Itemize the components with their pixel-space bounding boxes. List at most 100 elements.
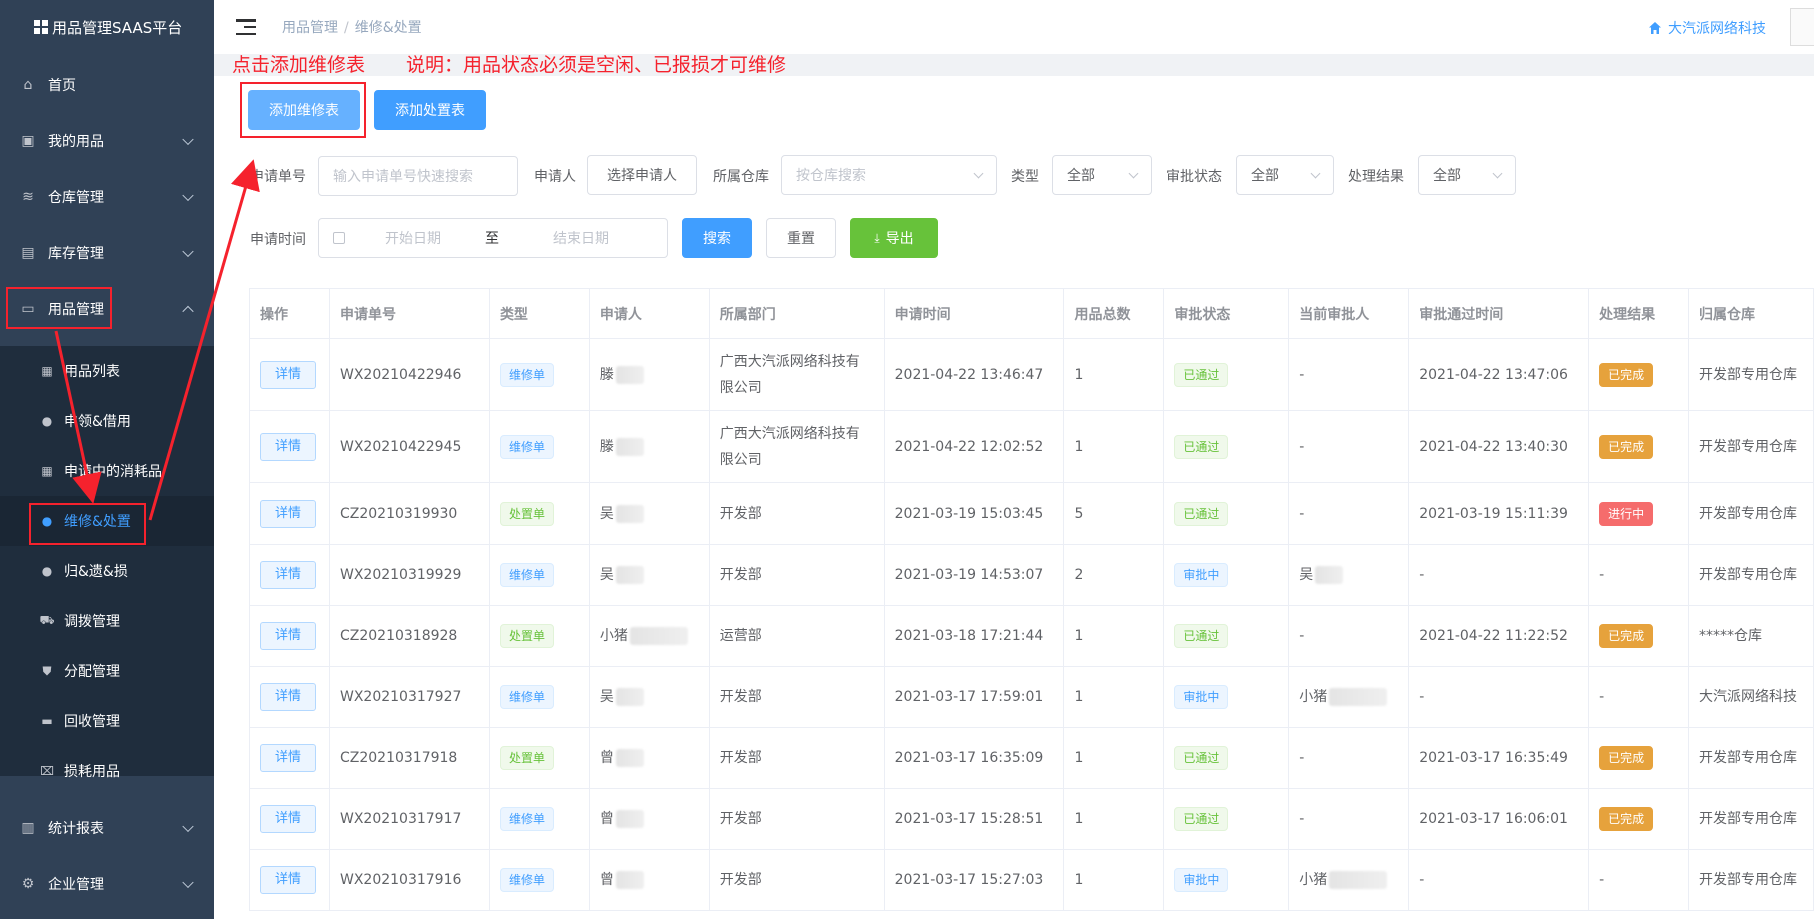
- detail-button[interactable]: 详情: [260, 683, 316, 711]
- redacted-name: [615, 810, 644, 828]
- cell-result: 已完成: [1588, 727, 1689, 789]
- status-tag: 审批中: [1174, 868, 1229, 892]
- status-tag: 已通过: [1174, 624, 1229, 648]
- status-tag: 审批中: [1174, 685, 1229, 709]
- home-icon: ⌂: [23, 77, 33, 93]
- end-date-input[interactable]: 结束日期: [553, 228, 609, 248]
- detail-button[interactable]: 详情: [260, 805, 316, 833]
- detail-button[interactable]: 详情: [260, 432, 316, 461]
- type-tag: 处置单: [499, 501, 554, 526]
- sidebar-subitem-recycle[interactable]: ▬ 回收管理: [0, 696, 214, 746]
- cell-result: 已完成: [1588, 605, 1689, 667]
- order-no-input[interactable]: 输入申请单号快速搜索: [318, 156, 518, 196]
- cell-dept: 广西大汽派网络科技有限公司: [709, 338, 885, 411]
- sidebar-item-enterprise[interactable]: ⚙ 企业管理: [0, 856, 214, 912]
- sidebar-item-label: 我的用品: [48, 134, 104, 150]
- sidebar-item-reports[interactable]: ▥ 统计报表: [0, 800, 214, 856]
- result-tag: 已完成: [1599, 434, 1654, 459]
- detail-button[interactable]: 详情: [260, 622, 316, 650]
- cell-applicant: 曾: [589, 788, 710, 850]
- avatar[interactable]: [1790, 8, 1814, 46]
- sidebar-item-label: 首页: [48, 78, 76, 94]
- table-row: 详情 WX20210317917 维修单 曾 开发部 2021-03-17 15:28:5…: [249, 788, 1814, 850]
- type-tag: 处置单: [499, 624, 554, 648]
- redacted-name: [615, 365, 644, 384]
- warehouse-select[interactable]: 按仓库搜索: [781, 155, 997, 195]
- detail-button[interactable]: 详情: [260, 561, 316, 589]
- cell-apply-time: 2021-04-22 13:46:47: [884, 338, 1065, 411]
- table-row: 详情 CZ20210318928 处置单 小猪 运营部 2021-03-18 17:21:…: [249, 605, 1814, 667]
- cell-status: 已通过: [1163, 605, 1290, 667]
- cell-approver: -: [1288, 788, 1410, 850]
- sidebar-item-label: 企业管理: [48, 877, 104, 893]
- database-icon: ≋: [22, 189, 34, 205]
- sidebar-subitem-wastage[interactable]: ⌧ 损耗用品: [0, 746, 214, 796]
- cell-count: 1: [1063, 410, 1165, 483]
- sidebar-item-my-items[interactable]: ▣ 我的用品: [0, 113, 214, 169]
- detail-button[interactable]: 详情: [260, 499, 316, 528]
- cell-approved-at: 2021-04-22 13:40:30: [1408, 410, 1590, 483]
- approver-name: -: [1299, 628, 1305, 644]
- truck-icon: ⛟: [39, 613, 55, 627]
- cell-dept: 广西大汽派网络科技有限公司: [709, 410, 885, 483]
- approver-name: -: [1299, 811, 1305, 827]
- column-header: 归属仓库: [1688, 288, 1814, 339]
- cell-action: 详情: [249, 788, 330, 850]
- search-button[interactable]: 搜索: [682, 218, 752, 258]
- detail-button[interactable]: 详情: [260, 360, 316, 389]
- sidebar-subitem-allocate[interactable]: ⛊ 分配管理: [0, 646, 214, 696]
- date-range-picker[interactable]: 开始日期 至 结束日期: [318, 218, 668, 258]
- export-button[interactable]: ⤓ 导出: [850, 218, 938, 258]
- cell-approver: -: [1288, 482, 1410, 545]
- cell-status: 已通过: [1163, 788, 1290, 850]
- reset-button[interactable]: 重置: [766, 218, 836, 258]
- add-repair-button[interactable]: 添加维修表: [248, 90, 360, 130]
- status-tag: 审批中: [1174, 563, 1229, 587]
- sidebar-item-warehouse[interactable]: ≋ 仓库管理: [0, 169, 214, 225]
- type-select[interactable]: 全部: [1052, 155, 1152, 195]
- column-header: 当前审批人: [1288, 288, 1410, 339]
- annotation-note: 说明：用品状态必须是空闲、已报损才可维修: [406, 54, 787, 76]
- hamburger-menu-icon[interactable]: [236, 19, 256, 35]
- breadcrumb-item[interactable]: 用品管理: [282, 20, 338, 36]
- sidebar-item-home[interactable]: ⌂ 首页: [0, 57, 214, 113]
- sidebar-subitem-return[interactable]: ● 归&遗&损: [0, 546, 214, 596]
- cell-applicant: 曾: [589, 727, 710, 789]
- detail-button[interactable]: 详情: [260, 866, 316, 894]
- sidebar-subitem-claim-borrow[interactable]: ● 申领&借用: [0, 396, 214, 446]
- cell-apply-time: 2021-03-17 15:27:03: [884, 849, 1065, 911]
- cell-status: 审批中: [1163, 666, 1290, 728]
- company-name[interactable]: 大汽派网络科技: [1648, 18, 1766, 38]
- sidebar-subitem-label: 用品列表: [64, 364, 120, 380]
- sidebar-item-inventory[interactable]: ▤ 库存管理: [0, 225, 214, 281]
- chevron-up-icon: [182, 305, 194, 318]
- status-tag: 已通过: [1174, 501, 1229, 526]
- bar-chart-icon: ▥: [21, 820, 35, 836]
- sidebar-subitem-label: 分配管理: [64, 664, 120, 680]
- sidebar-subitem-transfer[interactable]: ⛟ 调拨管理: [0, 596, 214, 646]
- chevron-down-icon: [1128, 168, 1139, 179]
- sidebar-item-item-management[interactable]: ▭ 用品管理: [0, 281, 214, 337]
- sidebar-subitem-repair-dispose[interactable]: ● 维修&处置: [0, 496, 214, 546]
- clipboard-icon: ▦: [41, 464, 53, 478]
- type-label: 类型: [1011, 169, 1039, 185]
- cell-count: 1: [1063, 338, 1165, 411]
- result-select[interactable]: 全部: [1418, 155, 1516, 195]
- cell-applicant: 吴: [589, 482, 710, 545]
- cell-status: 审批中: [1163, 849, 1290, 911]
- start-date-input[interactable]: 开始日期: [385, 228, 485, 248]
- add-dispose-button[interactable]: 添加处置表: [374, 90, 486, 130]
- user-icon: ●: [41, 414, 53, 428]
- approval-status-select[interactable]: 全部: [1236, 155, 1334, 195]
- sidebar-subitem-item-list[interactable]: ▦ 用品列表: [0, 346, 214, 396]
- chevron-down-icon: [182, 245, 194, 258]
- detail-button[interactable]: 详情: [260, 744, 316, 772]
- cell-action: 详情: [249, 338, 330, 411]
- sidebar-subitem-consumables[interactable]: ▦ 申请中的消耗品: [0, 446, 214, 496]
- column-header: 处理结果: [1588, 288, 1689, 339]
- select-applicant-button[interactable]: 选择申请人: [587, 155, 697, 195]
- result-tag: 已完成: [1599, 362, 1654, 387]
- applicant-name: 吴: [599, 689, 614, 705]
- applicant-name: 曾: [599, 811, 614, 827]
- column-header: 申请人: [589, 288, 710, 339]
